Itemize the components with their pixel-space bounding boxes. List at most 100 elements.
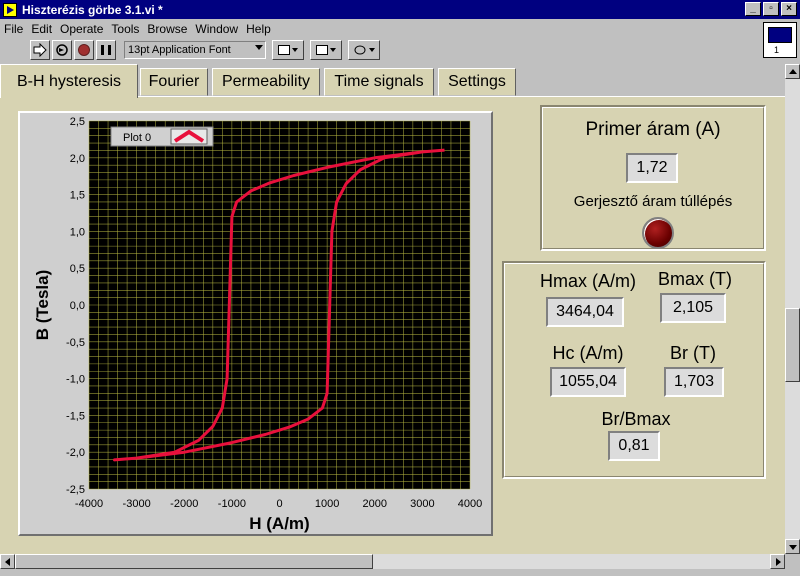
hmax-label: Hmax (A/m) (540, 271, 636, 291)
abort-icon (78, 44, 90, 56)
y-tick-label: -2,5 (66, 484, 85, 496)
arrow-right-icon (776, 558, 781, 566)
x-tick-label: 0 (276, 498, 282, 510)
tab-label: B-H hysteresis (16, 72, 122, 90)
legend-label: Plot 0 (123, 132, 151, 144)
tab-permeability[interactable]: Permeability (212, 68, 320, 96)
run-continuously-icon (56, 44, 68, 56)
y-tick-label: -1,5 (66, 410, 85, 422)
reorder-dropdown[interactable] (348, 40, 380, 60)
y-tick-label: 1,0 (70, 226, 85, 238)
align-objects-icon (278, 45, 290, 55)
hc-value: 1055,04 (550, 367, 626, 397)
run-button[interactable] (30, 40, 50, 60)
x-tick-label: -4000 (75, 498, 103, 510)
arrow-left-icon (5, 558, 10, 566)
menu-tools[interactable]: Tools (111, 22, 139, 36)
x-tick-label: 2000 (363, 498, 387, 510)
bmax-label: Bmax (T) (658, 269, 732, 289)
scroll-down-button[interactable] (785, 539, 800, 554)
arrow-down-icon (789, 545, 797, 550)
hysteresis-graph: -4000 -3000 -2000 -1000 0 1000 2000 3000 4000 -2,… (18, 111, 493, 536)
y-tick-label: 0,5 (70, 263, 85, 275)
chevron-down-icon (330, 48, 336, 52)
close-button[interactable]: × (781, 2, 797, 16)
run-arrow-icon (33, 43, 47, 57)
horizontal-scroll-thumb[interactable] (15, 554, 373, 569)
primer-current-value: 1,72 (626, 153, 678, 183)
y-tick-label: 2,5 (70, 116, 85, 128)
hc-label: Hc (A/m) (552, 343, 624, 363)
tab-strip: B-H hysteresis Fourier Permeability Time… (0, 64, 785, 98)
br-value: 1,703 (664, 367, 724, 397)
title-bar: Hiszterézis görbe 3.1.vi * _ ▫ × (0, 0, 800, 19)
tab-page-bh-hysteresis: -4000 -3000 -2000 -1000 0 1000 2000 3000 4000 -2,… (0, 96, 785, 554)
font-select-value: 13pt Application Font (128, 44, 231, 56)
hmax-value: 3464,04 (546, 297, 624, 327)
overcurrent-led-label: Gerjesztő áram túllépés (573, 193, 733, 210)
bmax-value: 2,105 (660, 293, 726, 323)
tab-settings[interactable]: Settings (438, 68, 516, 96)
br-bmax-ratio-label: Br/Bmax (601, 409, 671, 429)
br-label: Br (T) (670, 343, 716, 363)
x-axis-label: H (A/m) (249, 514, 309, 533)
plot-legend[interactable]: Plot 0 (110, 126, 214, 147)
y-tick-label: -2,0 (66, 447, 85, 459)
tab-fourier[interactable]: Fourier (140, 68, 208, 96)
vertical-scroll-thumb[interactable] (785, 308, 800, 382)
reorder-icon (354, 45, 366, 55)
distribute-objects-dropdown[interactable] (310, 40, 342, 60)
arrow-up-icon (789, 69, 797, 74)
chevron-down-icon (292, 48, 298, 52)
menu-window[interactable]: Window (195, 22, 238, 36)
y-tick-label: -1,0 (66, 374, 85, 386)
menu-operate[interactable]: Operate (60, 22, 103, 36)
tab-label: Permeability (221, 73, 311, 90)
window-title: Hiszterézis görbe 3.1.vi * (22, 2, 163, 17)
primer-current-label: Primer áram (A) (585, 119, 721, 140)
y-tick-label: 2,0 (70, 153, 85, 165)
y-tick-label: 1,5 (70, 190, 85, 202)
hysteresis-chart: -4000 -3000 -2000 -1000 0 1000 2000 3000 4000 -2,… (33, 116, 482, 533)
tab-bh-hysteresis[interactable]: B-H hysteresis (0, 64, 138, 98)
primer-current-group: Primer áram (A) 1,72 Gerjesztő áram túll… (540, 105, 766, 251)
vi-icon[interactable]: 1 (763, 22, 797, 58)
scroll-right-button[interactable] (770, 554, 785, 569)
tab-label: Time signals (334, 73, 424, 90)
x-tick-label: -1000 (218, 498, 246, 510)
x-tick-label: -2000 (170, 498, 198, 510)
y-tick-label: -0,5 (66, 337, 85, 349)
labview-app-icon (3, 2, 17, 17)
x-tick-label: 3000 (410, 498, 434, 510)
tab-time-signals[interactable]: Time signals (324, 68, 434, 96)
run-continuously-button[interactable] (52, 40, 72, 60)
font-select[interactable]: 13pt Application Font (124, 41, 266, 59)
y-tick-label: 0,0 (70, 300, 85, 312)
x-tick-label: 1000 (315, 498, 339, 510)
chevron-down-icon (369, 48, 375, 52)
pause-button[interactable] (96, 40, 116, 60)
abort-button[interactable] (74, 40, 94, 60)
vi-monitor-icon (768, 27, 792, 43)
horizontal-scrollbar[interactable] (0, 554, 785, 569)
tab-label: Fourier (148, 73, 200, 90)
scrollbar-corner (785, 554, 800, 569)
distribute-objects-icon (316, 45, 328, 55)
maximize-button[interactable]: ▫ (763, 2, 779, 16)
scroll-left-button[interactable] (0, 554, 15, 569)
menu-help[interactable]: Help (246, 22, 271, 36)
menu-browse[interactable]: Browse (147, 22, 187, 36)
align-objects-dropdown[interactable] (272, 40, 304, 60)
tab-label: Settings (448, 73, 506, 90)
vertical-scrollbar[interactable] (785, 64, 800, 554)
scroll-up-button[interactable] (785, 64, 800, 79)
x-tick-label: -3000 (123, 498, 151, 510)
results-group: Hmax (A/m) 3464,04 Bmax (T) 2,105 Hc (A/… (502, 261, 766, 479)
menu-file[interactable]: File (4, 22, 23, 36)
menu-edit[interactable]: Edit (31, 22, 52, 36)
chevron-down-icon (255, 45, 263, 50)
toolbar: 13pt Application Font (0, 38, 760, 62)
pause-icon (101, 45, 111, 55)
minimize-button[interactable]: _ (745, 2, 761, 16)
y-axis-label: B (Tesla) (33, 270, 52, 341)
